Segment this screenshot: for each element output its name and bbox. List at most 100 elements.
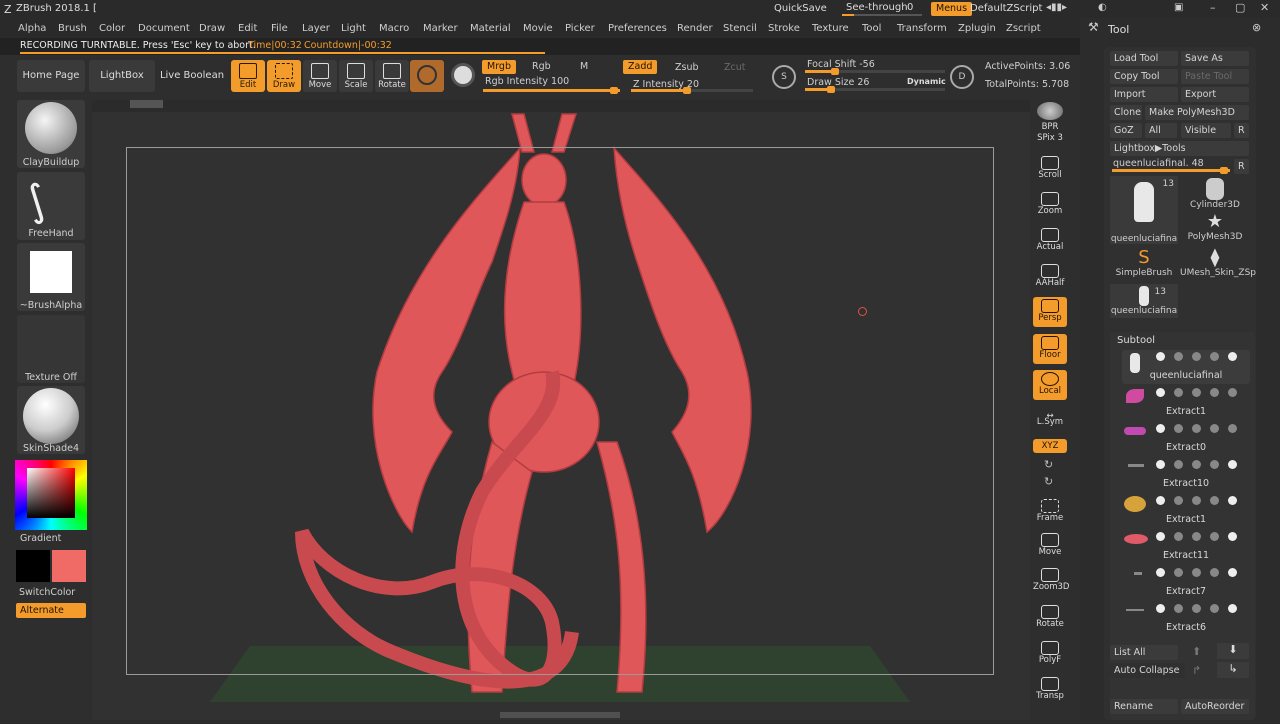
rename-button[interactable]: Rename — [1110, 699, 1178, 714]
minimize-icon[interactable]: – — [1210, 1, 1216, 14]
help-icon[interactable]: ◐ — [1098, 2, 1107, 13]
menu-stencil[interactable]: Stencil — [723, 23, 757, 34]
home-page-button[interactable]: Home Page — [17, 60, 85, 92]
menu-edit[interactable]: Edit — [238, 23, 257, 34]
zsub-button[interactable]: Zsub — [670, 61, 704, 75]
export-button[interactable]: Export — [1181, 87, 1249, 102]
alternate-button[interactable]: Alternate — [16, 603, 86, 618]
menu-zscript[interactable]: Zscript — [1006, 23, 1041, 34]
subtool-toggles[interactable] — [1156, 460, 1246, 470]
color-picker-square[interactable] — [27, 468, 75, 518]
menu-file[interactable]: File — [271, 23, 288, 34]
frame-button[interactable]: Frame — [1033, 497, 1067, 527]
subtool-toggles[interactable] — [1156, 496, 1246, 506]
tool-thumb-queenlucia[interactable]: 13 queenluciafina — [1110, 176, 1178, 244]
tool-thumb-umesh[interactable]: ⧫ UMesh_Skin_ZSp — [1180, 248, 1256, 282]
palette-arrows-icon[interactable]: ◂▮▮▸ — [1046, 2, 1067, 13]
subtool-item[interactable]: Extract7 — [1122, 566, 1250, 600]
menu-document[interactable]: Document — [138, 23, 190, 34]
subtool-title[interactable]: Subtool — [1117, 335, 1155, 346]
polyf-button[interactable]: PolyF — [1033, 639, 1067, 669]
goz-all-button[interactable]: All — [1145, 123, 1177, 138]
persp-button[interactable]: Persp — [1033, 297, 1067, 327]
subtool-item[interactable]: Extract11 — [1122, 530, 1250, 564]
copy-tool-button[interactable]: Copy Tool — [1110, 69, 1178, 84]
subtool-toggles[interactable] — [1156, 388, 1246, 398]
rgb-button[interactable]: Rgb — [527, 60, 556, 74]
menu-movie[interactable]: Movie — [523, 23, 553, 34]
mrgb-button[interactable]: Mrgb — [482, 60, 516, 74]
draw-size-slider[interactable] — [805, 86, 945, 93]
material-sphere-button[interactable] — [410, 60, 444, 92]
arrow-down-icon[interactable]: ⬇ — [1217, 643, 1249, 659]
rotate-z-icon[interactable]: ↻ — [1044, 475, 1053, 488]
m-button[interactable]: M — [575, 60, 593, 74]
zoom3d-button[interactable]: Zoom3D — [1033, 566, 1069, 596]
tool-thumb-simplebrush[interactable]: S SimpleBrush — [1110, 248, 1178, 282]
see-through-slider[interactable] — [842, 14, 922, 16]
close-icon[interactable]: ✕ — [1260, 1, 1269, 14]
menu-macro[interactable]: Macro — [379, 23, 409, 34]
list-all-button[interactable]: List All — [1110, 645, 1178, 660]
bottom-handle[interactable] — [500, 712, 620, 718]
auto-reorder-button[interactable]: AutoReorder — [1181, 699, 1249, 714]
secondary-color-swatch[interactable] — [52, 550, 86, 582]
load-tool-button[interactable]: Load Tool — [1110, 51, 1178, 66]
subtool-item[interactable]: Extract1 — [1122, 386, 1250, 420]
menu-alpha[interactable]: Alpha — [18, 23, 46, 34]
menu-zplugin[interactable]: Zplugin — [958, 23, 996, 34]
menu-color[interactable]: Color — [99, 23, 125, 34]
menus-button[interactable]: Menus — [931, 2, 973, 16]
goz-button[interactable]: GoZ — [1110, 123, 1142, 138]
move-view-button[interactable]: Move — [1033, 531, 1067, 561]
split-arrow-icon[interactable]: ↱ — [1192, 664, 1201, 677]
paste-tool-button[interactable]: Paste Tool — [1181, 69, 1249, 84]
merge-arrow-icon[interactable]: ↳ — [1217, 662, 1249, 678]
menu-light[interactable]: Light — [341, 23, 366, 34]
actual-button[interactable]: Actual — [1033, 226, 1067, 256]
menu-material[interactable]: Material — [470, 23, 511, 34]
stroke-sphere-icon[interactable]: S — [772, 65, 796, 89]
bpr-button[interactable]: BPR — [1033, 100, 1067, 132]
arrow-up-icon[interactable]: ⬆ — [1192, 645, 1201, 658]
default-zscript-button[interactable]: DefaultZScript — [970, 3, 1042, 14]
scale-button[interactable]: Scale — [339, 60, 373, 92]
clone-button[interactable]: Clone — [1110, 105, 1142, 120]
zcut-button[interactable]: Zcut — [719, 61, 750, 75]
lsym-button[interactable]: ↔ L.Sym — [1033, 411, 1067, 433]
menu-marker[interactable]: Marker — [423, 23, 458, 34]
texture-sphere-button[interactable] — [446, 60, 480, 92]
scroll-button[interactable]: Scroll — [1033, 154, 1067, 184]
menu-layer[interactable]: Layer — [302, 23, 330, 34]
subtool-item[interactable]: queenluciafinal — [1122, 350, 1250, 384]
color-picker[interactable] — [15, 460, 87, 530]
draw-button[interactable]: Draw — [267, 60, 301, 92]
edit-button[interactable]: Edit — [231, 60, 265, 92]
save-as-button[interactable]: Save As — [1181, 51, 1249, 66]
menu-brush[interactable]: Brush — [58, 23, 87, 34]
rgb-intensity-slider[interactable] — [483, 87, 620, 94]
import-button[interactable]: Import — [1110, 87, 1178, 102]
menu-stroke[interactable]: Stroke — [768, 23, 800, 34]
dynamic-toggle[interactable]: Dynamic — [907, 77, 946, 86]
rotate-button[interactable]: Rotate — [375, 60, 409, 92]
subtool-toggles[interactable] — [1156, 604, 1246, 614]
subtool-item[interactable]: Extract0 — [1122, 422, 1250, 456]
menu-preferences[interactable]: Preferences — [608, 23, 667, 34]
gradient-label[interactable]: Gradient — [20, 533, 61, 544]
subtool-item[interactable]: Extract1 — [1122, 494, 1250, 528]
make-polymesh-button[interactable]: Make PolyMesh3D — [1145, 105, 1249, 120]
menu-texture[interactable]: Texture — [812, 23, 849, 34]
rotate-view-button[interactable]: Rotate — [1033, 603, 1067, 633]
draw-sphere-icon[interactable]: D — [950, 65, 974, 89]
switch-color-button[interactable]: SwitchColor — [19, 587, 75, 598]
live-boolean-button[interactable]: Live Boolean — [158, 60, 226, 92]
focal-shift-slider[interactable] — [805, 68, 945, 75]
lock-icon[interactable]: ▣ — [1174, 2, 1183, 13]
current-tool-slider[interactable] — [1112, 167, 1230, 174]
subtool-toggles[interactable] — [1156, 424, 1246, 434]
menu-draw[interactable]: Draw — [199, 23, 225, 34]
move-button[interactable]: Move — [303, 60, 337, 92]
current-tool-r-button[interactable]: R — [1234, 159, 1249, 174]
z-intensity-slider[interactable] — [631, 87, 753, 94]
